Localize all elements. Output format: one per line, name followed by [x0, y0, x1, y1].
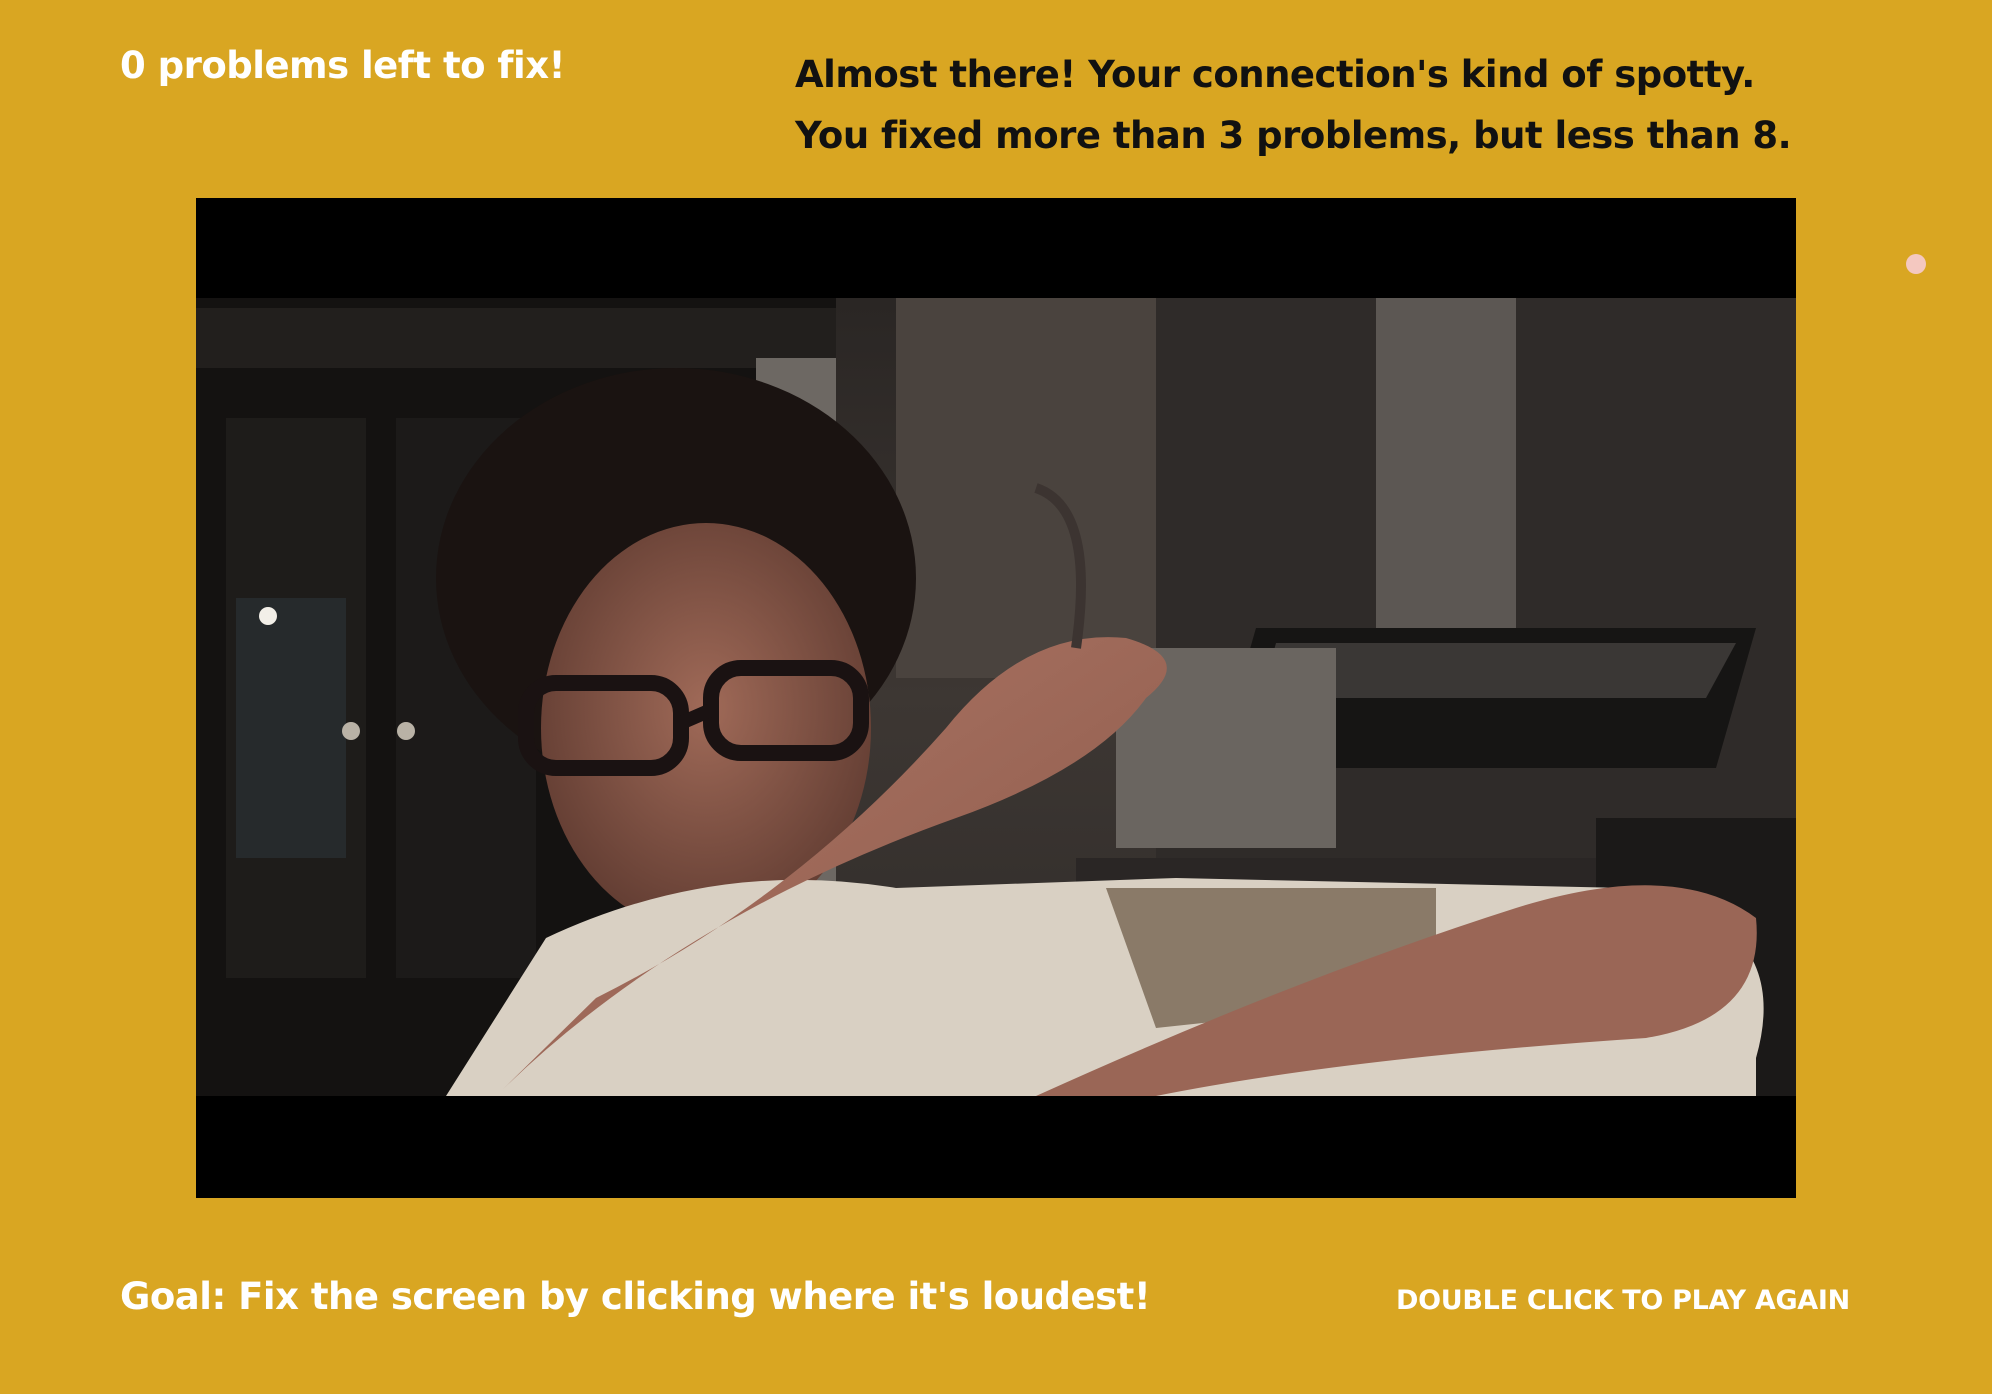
- result-message-line-2: You fixed more than 3 problems, but less…: [795, 114, 1792, 157]
- cursor-dot: [1906, 254, 1926, 274]
- result-message: Almost there! Your connection's kind of …: [795, 44, 1792, 166]
- problems-left-counter: 0 problems left to fix!: [120, 44, 565, 87]
- video-player[interactable]: [196, 198, 1796, 1198]
- game-screen[interactable]: 0 problems left to fix! Almost there! Yo…: [0, 0, 1992, 1394]
- result-message-line-1: Almost there! Your connection's kind of …: [795, 53, 1755, 96]
- webcam-scene-image: [196, 298, 1796, 1096]
- goal-instructions: Goal: Fix the screen by clicking where i…: [120, 1275, 1151, 1318]
- webcam-video-feed[interactable]: [196, 298, 1796, 1096]
- play-again-button[interactable]: DOUBLE CLICK TO PLAY AGAIN: [1396, 1285, 1850, 1316]
